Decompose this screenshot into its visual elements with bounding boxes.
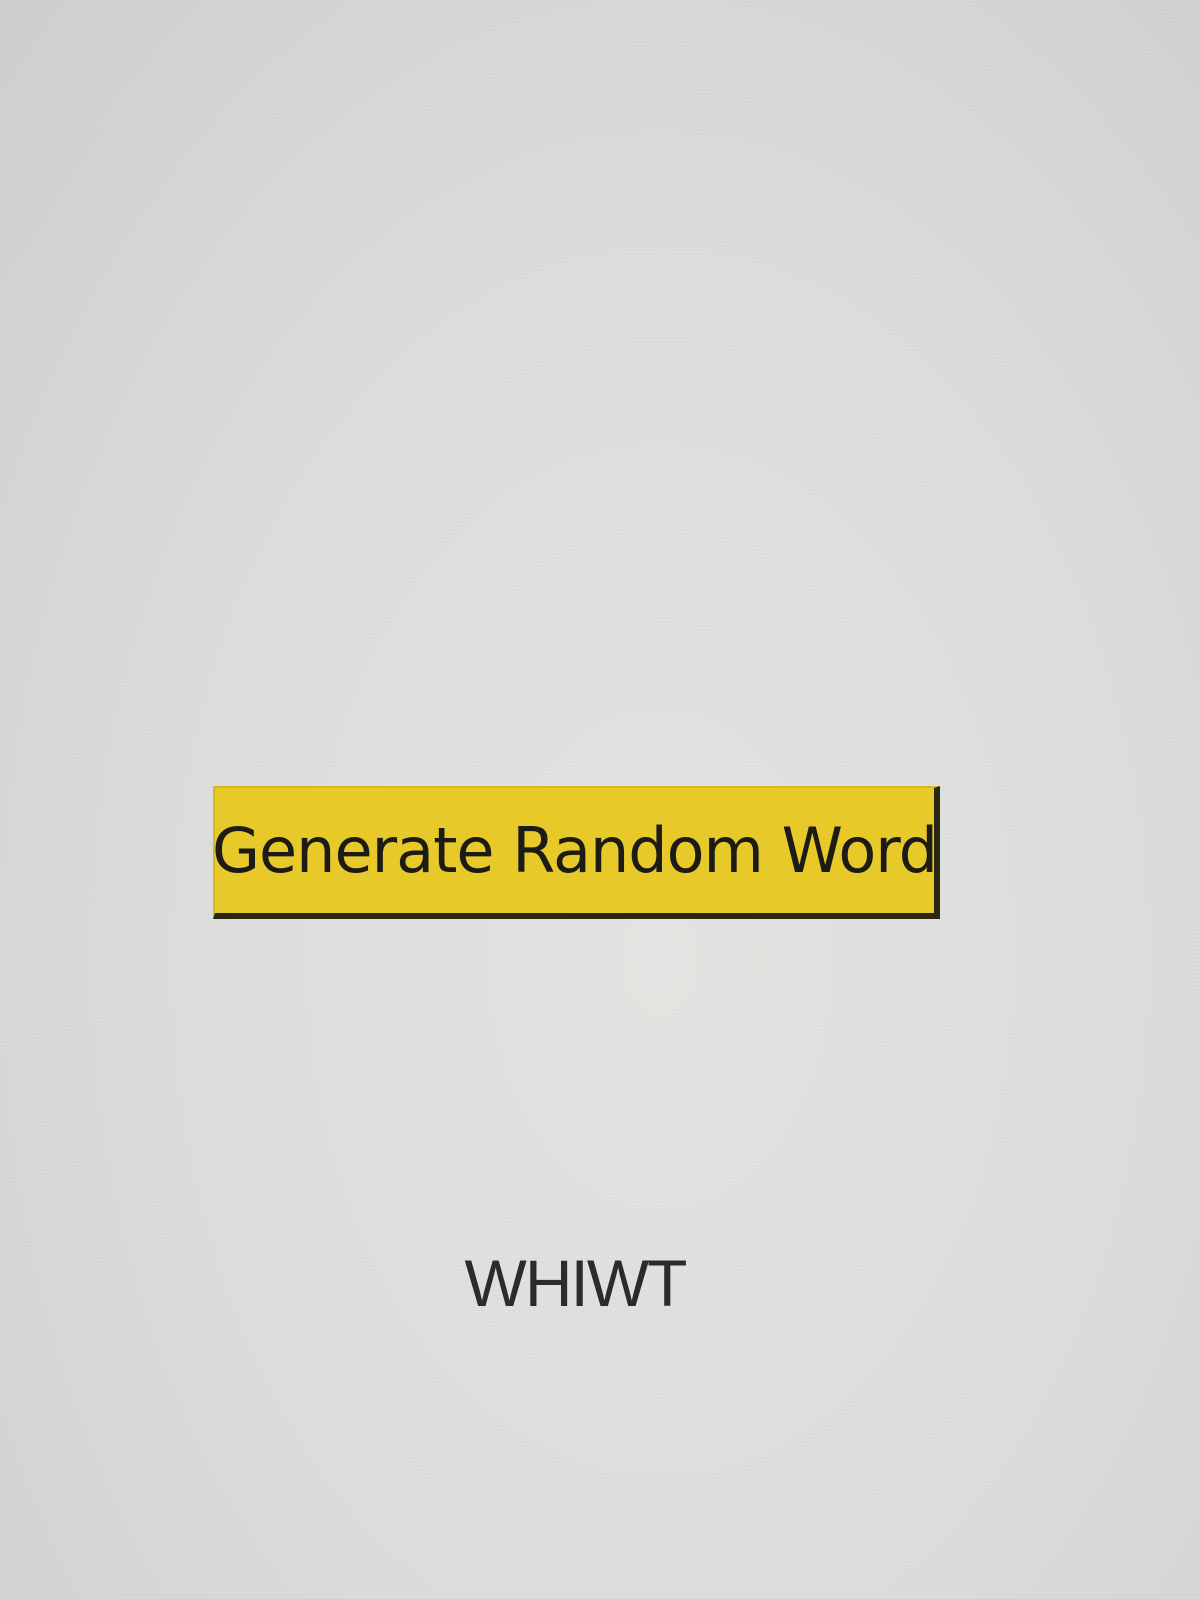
app-screen: Generate Random Word WHIWT (0, 0, 1200, 1599)
generate-random-word-button[interactable]: Generate Random Word (212, 786, 940, 919)
generated-word-output: WHIWT (464, 1246, 688, 1320)
